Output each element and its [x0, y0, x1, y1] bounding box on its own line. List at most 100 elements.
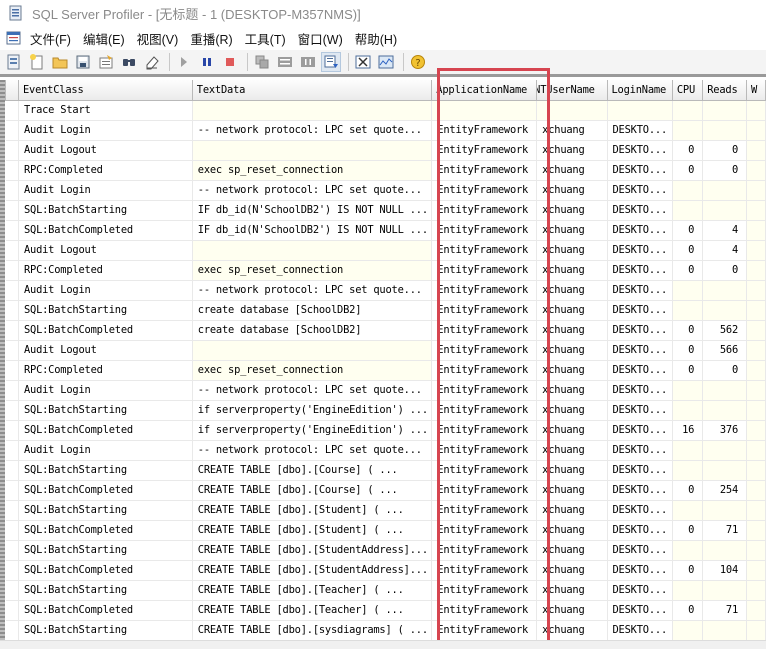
table-row[interactable]: Audit Login -- network protocol: LPC set … [5, 280, 766, 301]
cell-cpu [672, 540, 704, 561]
cell-eventclass: Audit Login [18, 280, 193, 301]
row-selector-cell [5, 180, 19, 201]
table-row[interactable]: Audit Login -- network protocol: LPC set … [5, 120, 766, 141]
cell-applicationname: EntityFramework [431, 240, 538, 261]
cell-ntusername: xchuang [536, 600, 608, 621]
cell-eventclass: Audit Logout [18, 340, 193, 361]
menu-window[interactable]: 窗口(W) [298, 29, 343, 48]
save-button[interactable] [73, 52, 93, 72]
cell-writes [746, 120, 766, 141]
column-header-loginname[interactable]: LoginName [606, 80, 673, 101]
row-selector-cell [5, 240, 19, 261]
menu-tools[interactable]: 工具(T) [245, 29, 286, 48]
table-row[interactable]: SQL:BatchCompleted if serverproperty('Eng… [5, 420, 766, 441]
cell-reads: 71 [702, 600, 748, 621]
cell-eventclass: SQL:BatchStarting [18, 620, 193, 641]
cell-reads: 4 [702, 240, 748, 261]
trace-grid: EventClass TextData ApplicationName NTUs… [0, 68, 766, 649]
cell-cpu [672, 100, 704, 121]
menu-edit[interactable]: 编辑(E) [83, 29, 125, 48]
row-selector-cell [5, 140, 19, 161]
cell-applicationname: EntityFramework [431, 180, 538, 201]
cell-ntusername: xchuang [536, 180, 608, 201]
horizontal-scrollbar[interactable] [0, 640, 766, 649]
find-button[interactable] [119, 52, 139, 72]
menu-file[interactable]: 文件(F) [30, 29, 71, 48]
start-trace-button[interactable] [174, 52, 194, 72]
cell-loginname: DESKTO... [607, 620, 673, 641]
table-row[interactable]: Audit Login -- network protocol: LPC set … [5, 440, 766, 461]
column-header-cpu[interactable]: CPU [671, 80, 704, 101]
copy-button[interactable] [252, 52, 272, 72]
performance-monitor-button[interactable] [376, 52, 396, 72]
table-row[interactable]: SQL:BatchStarting CREATE TABLE [dbo].[Tea… [5, 580, 766, 601]
cell-writes [746, 260, 766, 281]
cell-reads: 71 [702, 520, 748, 541]
menu-replay[interactable]: 重播(R) [190, 29, 232, 48]
row-selector-header [5, 80, 19, 101]
table-row[interactable]: SQL:BatchCompleted CREATE TABLE [dbo].[Te… [5, 600, 766, 621]
table-row[interactable]: SQL:BatchStarting CREATE TABLE [dbo].[Cou… [5, 460, 766, 481]
columns-button[interactable] [298, 52, 318, 72]
database-tuning-button[interactable] [353, 52, 373, 72]
table-row[interactable]: SQL:BatchStarting IF db_id(N'SchoolDB2') … [5, 200, 766, 221]
copy-icon [255, 55, 269, 69]
cell-reads [702, 200, 748, 221]
menu-view[interactable]: 视图(V) [137, 29, 179, 48]
table-row[interactable]: SQL:BatchCompleted create database [Schoo… [5, 320, 766, 341]
cell-reads: 0 [702, 160, 748, 181]
table-row[interactable]: SQL:BatchCompleted CREATE TABLE [dbo].[St… [5, 560, 766, 581]
table-row[interactable]: SQL:BatchStarting CREATE TABLE [dbo].[Stu… [5, 540, 766, 561]
cell-reads [702, 400, 748, 421]
table-row[interactable]: SQL:BatchCompleted CREATE TABLE [dbo].[St… [5, 520, 766, 541]
table-row[interactable]: SQL:BatchStarting create database [School… [5, 300, 766, 321]
menu-help[interactable]: 帮助(H) [355, 29, 397, 48]
clear-trace-button[interactable] [142, 52, 162, 72]
cell-cpu [672, 180, 704, 201]
cell-applicationname: EntityFramework [431, 200, 538, 221]
row-selector-cell [5, 100, 19, 121]
table-row[interactable]: SQL:BatchStarting CREATE TABLE [dbo].[sys… [5, 620, 766, 641]
cell-writes [746, 300, 766, 321]
table-row[interactable]: RPC:Completed exec sp_reset_connection Ent… [5, 260, 766, 281]
column-header-writes[interactable]: W [746, 80, 766, 101]
auto-scroll-button[interactable] [321, 52, 341, 72]
table-row[interactable]: Audit Logout EntityFramework xchuang DESKTO… [5, 140, 766, 161]
column-header-applicationname[interactable]: ApplicationName [431, 80, 538, 101]
column-header-ntusername[interactable]: NTUserName [536, 80, 608, 101]
new-trace-button[interactable] [27, 52, 47, 72]
cell-applicationname: EntityFramework [431, 320, 538, 341]
cell-textdata: -- network protocol: LPC set quote... [192, 180, 433, 201]
cell-loginname [607, 100, 673, 121]
table-row[interactable]: Trace Start [5, 100, 766, 121]
column-header-reads[interactable]: Reads [702, 80, 748, 101]
table-row[interactable]: Audit Logout EntityFramework xchuang DESKTO… [5, 240, 766, 261]
row-selector-cell [5, 200, 19, 221]
trace-properties-button[interactable] [4, 52, 24, 72]
table-row[interactable]: SQL:BatchStarting CREATE TABLE [dbo].[Stu… [5, 500, 766, 521]
stop-trace-button[interactable] [220, 52, 240, 72]
table-row[interactable]: Audit Login -- network protocol: LPC set … [5, 380, 766, 401]
table-row[interactable]: SQL:BatchCompleted CREATE TABLE [dbo].[Co… [5, 480, 766, 501]
properties-button[interactable] [96, 52, 116, 72]
cell-textdata: -- network protocol: LPC set quote... [192, 440, 433, 461]
cell-writes [746, 280, 766, 301]
column-header-textdata[interactable]: TextData [191, 80, 433, 101]
table-row[interactable]: SQL:BatchStarting if serverproperty('Engi… [5, 400, 766, 421]
table-row[interactable]: Audit Login -- network protocol: LPC set … [5, 180, 766, 201]
list-button[interactable] [275, 52, 295, 72]
open-folder-icon [52, 57, 68, 69]
column-header-eventclass[interactable]: EventClass [17, 80, 193, 101]
cell-textdata: CREATE TABLE [dbo].[Teacher] ( ... [192, 580, 433, 601]
table-row[interactable]: SQL:BatchCompleted IF db_id(N'SchoolDB2')… [5, 220, 766, 241]
cell-cpu: 0 [672, 260, 704, 281]
open-button[interactable] [50, 52, 70, 72]
cell-reads: 0 [702, 140, 748, 161]
table-row[interactable]: RPC:Completed exec sp_reset_connection Ent… [5, 360, 766, 381]
pause-trace-button[interactable] [197, 52, 217, 72]
menu-bar: 文件(F) 编辑(E) 视图(V) 重播(R) 工具(T) 窗口(W) 帮助(H… [0, 26, 766, 50]
cell-loginname: DESKTO... [607, 600, 673, 621]
help-button[interactable]: ? [408, 52, 428, 72]
table-row[interactable]: Audit Logout EntityFramework xchuang DESKTO… [5, 340, 766, 361]
table-row[interactable]: RPC:Completed exec sp_reset_connection Ent… [5, 160, 766, 181]
